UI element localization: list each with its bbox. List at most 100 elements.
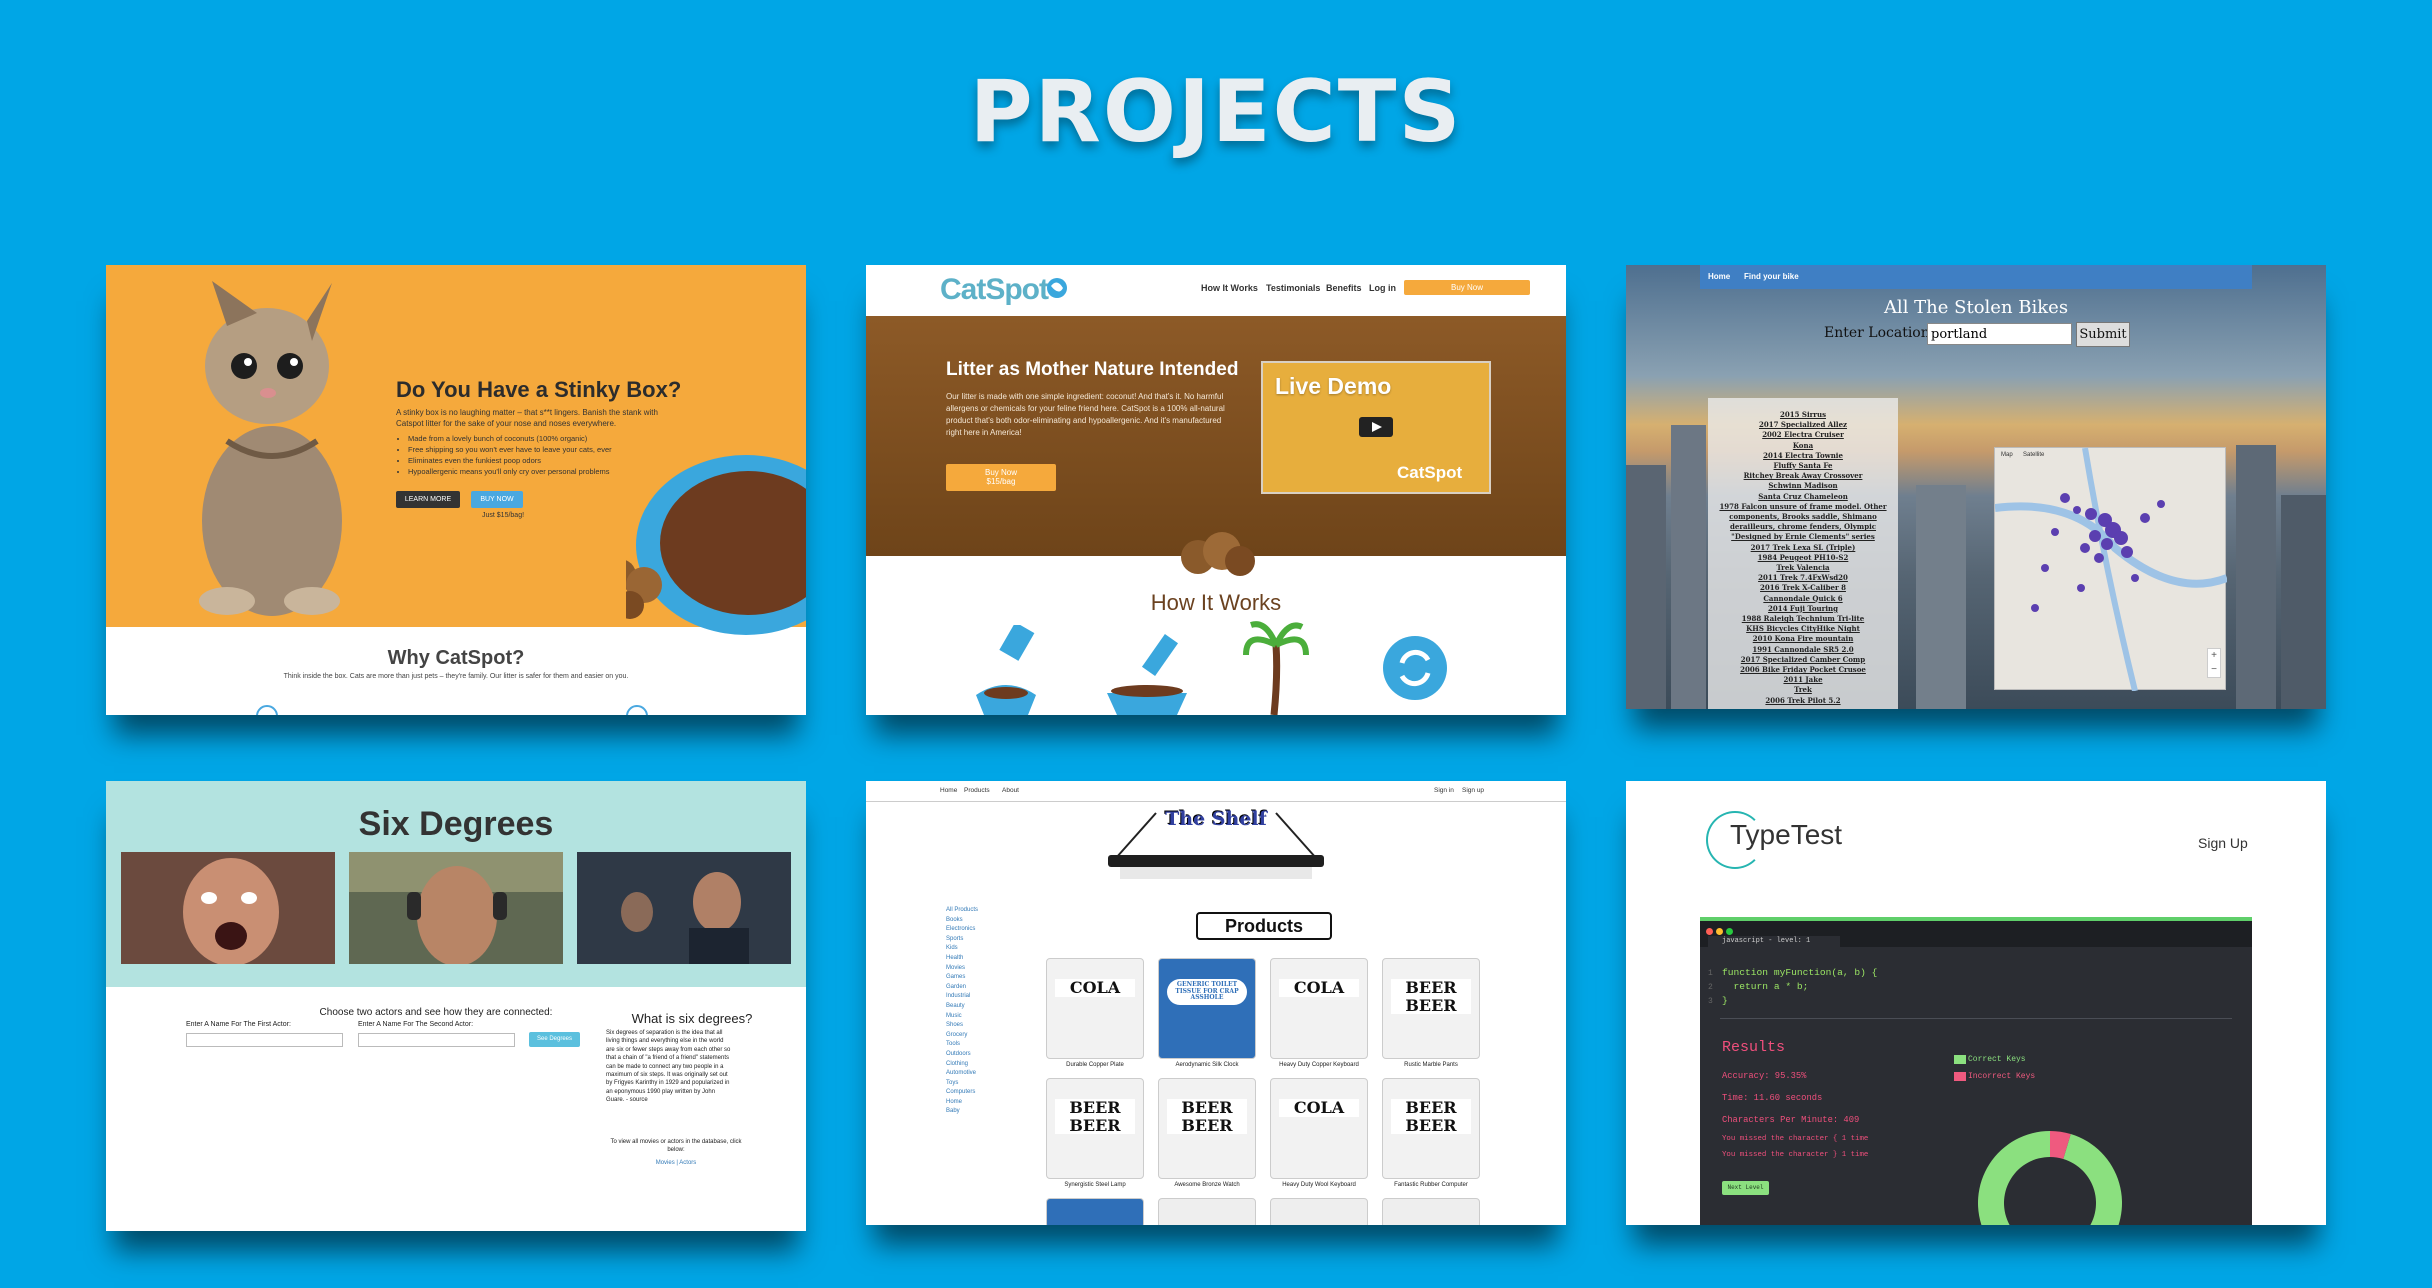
category-link[interactable]: Books [946,916,1006,926]
bike-list-item[interactable]: 2017 Trek Lexa SL (Triple) [1708,543,1898,553]
product-name[interactable]: Aerodynamic Silk Clock [1158,1062,1256,1068]
product-name[interactable]: Rustic Marble Pants [1382,1062,1480,1068]
category-link[interactable]: Automotive [946,1069,1006,1079]
product-card[interactable]: BEER BEER Rustic Marble Pants [1382,958,1480,1072]
category-link[interactable]: Tools [946,1040,1006,1050]
product-card[interactable]: BEER BEER Fantastic Rubber Computer [1382,1078,1480,1192]
product-card[interactable]: COLA Heavy Duty Wool Keyboard [1270,1078,1368,1192]
category-link[interactable]: Beauty [946,1002,1006,1012]
nav-find-your-bike[interactable]: Find your bike [1744,272,1799,281]
next-level-button[interactable]: Next Level [1722,1181,1769,1195]
category-link[interactable]: Kids [946,944,1006,954]
nav-sign-up[interactable]: Sign up [1462,787,1484,794]
bike-list-item[interactable]: 2010 Kona Fire mountain [1708,634,1898,644]
product-name[interactable]: Heavy Duty Wool Keyboard [1270,1182,1368,1188]
project-card-stinky-box[interactable]: Do You Have a Stinky Box? A stinky box i… [106,265,806,715]
product-card[interactable]: GENERIC TOILET TISSUE FOR CRAP ASSHOLE Ae… [1158,958,1256,1072]
live-demo-video[interactable]: Live Demo CatSpot [1261,361,1491,494]
bike-list-item[interactable]: Cannondale Quick 6 [1708,594,1898,604]
play-icon[interactable] [1359,417,1393,437]
nav-testimonials[interactable]: Testimonials [1266,283,1320,293]
sign-up-link[interactable]: Sign Up [2198,835,2248,851]
category-link[interactable]: Baby [946,1107,1006,1117]
learn-more-button[interactable]: LEARN MORE [396,491,460,508]
bike-list-item[interactable]: 1978 Falcon unsure of frame model. Other [1708,502,1898,512]
project-card-catspot[interactable]: CatSpot How It Works Testimonials Benefi… [866,265,1566,715]
category-link[interactable]: Clothing [946,1060,1006,1070]
project-card-six-degrees[interactable]: Six Degrees Choose two actors and see ho… [106,781,806,1231]
second-actor-input[interactable] [358,1033,515,1047]
category-link[interactable]: Grocery [946,1031,1006,1041]
bike-list-item[interactable]: 2016 Trek X-Caliber 8 [1708,583,1898,593]
nav-log-in[interactable]: Log in [1369,283,1396,293]
see-degrees-button[interactable]: See Degrees [529,1032,580,1047]
product-name[interactable]: Fantastic Rubber Computer [1382,1182,1480,1188]
editor-tab[interactable]: javascript - level: 1 [1708,936,1840,947]
bike-list-item[interactable]: 2006 Trek Pilot 5.2 [1708,696,1898,706]
location-input[interactable] [1927,323,2072,345]
first-actor-input[interactable] [186,1033,343,1047]
category-link[interactable]: Shoes [946,1021,1006,1031]
bike-list-item[interactable]: Schwinn Madison [1708,481,1898,491]
bike-list-item[interactable]: Trek [1708,685,1898,695]
nav-how-it-works[interactable]: How It Works [1201,283,1258,293]
category-link[interactable]: Sports [946,935,1006,945]
buy-now-button[interactable]: BUY NOW [471,491,523,508]
category-link[interactable]: Outdoors [946,1050,1006,1060]
project-card-the-shelf[interactable]: Home Products About Sign in Sign up The … [866,781,1566,1225]
bike-list-item[interactable]: 1988 Raleigh Technium Tri-lite [1708,614,1898,624]
bike-list-item[interactable]: 2011 Jake [1708,675,1898,685]
category-link[interactable]: Movies [946,964,1006,974]
bike-list-item[interactable]: 2017 Specialized Camber Comp [1708,655,1898,665]
category-link[interactable]: Electronics [946,925,1006,935]
product-card[interactable]: COLA Durable Copper Plate [1046,958,1144,1072]
product-card[interactable]: COLA Heavy Duty Copper Keyboard [1270,958,1368,1072]
bike-list-item[interactable]: 2015 Sirrus [1708,410,1898,420]
product-card[interactable]: BEER BEER Synergistic Steel Lamp [1046,1078,1144,1192]
bike-list-item[interactable]: Fluffy Santa Fe [1708,461,1898,471]
nav-home[interactable]: Home [1708,272,1730,281]
product-name[interactable]: Durable Copper Plate [1046,1062,1144,1068]
bike-list-item[interactable]: 2017 Specialized Allez [1708,420,1898,430]
bike-list-item[interactable]: Trek Valencia [1708,563,1898,573]
product-name[interactable]: Awesome Bronze Watch [1158,1182,1256,1188]
category-link[interactable]: Home [946,1098,1006,1108]
submit-button[interactable]: Submit [2076,322,2130,347]
category-link[interactable]: Music [946,1012,1006,1022]
bike-list-item[interactable]: Santa Cruz Chameleon [1708,492,1898,502]
category-link[interactable]: Garden [946,983,1006,993]
bike-list-item[interactable]: 2006 Bike Friday Pocket Crusoe [1708,665,1898,675]
product-name[interactable]: Synergistic Steel Lamp [1046,1182,1144,1188]
category-link[interactable]: Computers [946,1088,1006,1098]
nav-about[interactable]: About [1002,787,1019,794]
nav-products[interactable]: Products [964,787,990,794]
bike-list-item[interactable]: 2011 Trek 7.4FxWsd20 [1708,573,1898,583]
bike-list-item[interactable]: 2002 Electra Cruiser [1708,430,1898,440]
category-link[interactable]: All Products [946,906,1006,916]
nav-buy-now-button[interactable]: Buy Now [1404,280,1530,295]
bike-list-item[interactable]: 2014 Electra Townie [1708,451,1898,461]
category-link[interactable]: Games [946,973,1006,983]
bike-list-item[interactable]: 1984 Peugeot PH10-S2 [1708,553,1898,563]
product-image[interactable] [1046,1198,1144,1225]
bike-list-item[interactable]: components, Brooks saddle, Shimano [1708,512,1898,522]
nav-sign-in[interactable]: Sign in [1434,787,1454,794]
bike-list-item[interactable]: "Designed by Ernie Clements" series [1708,532,1898,542]
bike-list-item[interactable]: derailleurs, chrome fenders, Olympic [1708,522,1898,532]
product-card[interactable]: BEER BEER Awesome Bronze Watch [1158,1078,1256,1192]
hero-buy-button[interactable]: Buy Now $15/bag [946,464,1056,491]
product-image[interactable] [1270,1198,1368,1225]
bike-list-item[interactable]: 2014 Fuji Touring [1708,604,1898,614]
project-card-typetest[interactable]: TypeTest Sign Up javascript - level: 1 1… [1626,781,2326,1225]
category-link[interactable]: Industrial [946,992,1006,1002]
project-card-stolen-bikes[interactable]: Home Find your bike All The Stolen Bikes… [1626,265,2326,709]
product-name[interactable]: Heavy Duty Copper Keyboard [1270,1062,1368,1068]
product-image[interactable] [1382,1198,1480,1225]
nav-benefits[interactable]: Benefits [1326,283,1362,293]
zoom-controls[interactable]: + − [2207,648,2221,678]
movies-actors-links[interactable]: Movies | Actors [606,1160,746,1166]
bikes-map[interactable]: Map Satellite + − [1994,447,2227,691]
bike-list-item[interactable]: Kona [1708,441,1898,451]
bike-list-item[interactable]: 1991 Cannondale SR5 2.0 [1708,645,1898,655]
bike-list-item[interactable]: Ritchey Break Away Crossover [1708,471,1898,481]
